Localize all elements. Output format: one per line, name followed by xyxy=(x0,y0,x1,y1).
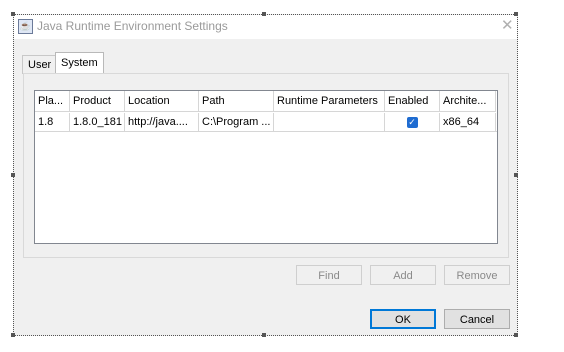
tab-system[interactable]: System xyxy=(55,52,104,75)
resize-handle[interactable] xyxy=(11,12,15,16)
jre-table: Pla... Product Location Path Runtime Par… xyxy=(34,90,498,244)
close-icon[interactable]: ✕ xyxy=(501,16,514,34)
resize-handle[interactable] xyxy=(11,333,15,337)
window-title: Java Runtime Environment Settings xyxy=(37,19,228,33)
table-header: Pla... Product Location Path Runtime Par… xyxy=(35,91,497,113)
find-button[interactable]: Find xyxy=(296,265,362,285)
cell-platform[interactable]: 1.8 xyxy=(35,113,70,131)
cell-location[interactable]: http://java.... xyxy=(125,113,199,131)
cell-product[interactable]: 1.8.0_181 xyxy=(70,113,125,131)
enabled-checkbox[interactable]: ✓ xyxy=(406,116,418,128)
resize-handle[interactable] xyxy=(514,173,518,177)
tab-user[interactable]: User xyxy=(22,55,58,74)
resize-handle[interactable] xyxy=(514,12,518,16)
java-icon: ☕ xyxy=(18,19,33,34)
remove-button[interactable]: Remove xyxy=(444,265,510,285)
resize-handle[interactable] xyxy=(262,333,266,337)
column-header-enabled[interactable]: Enabled xyxy=(385,91,440,112)
resize-handle[interactable] xyxy=(514,333,518,337)
cell-path[interactable]: C:\Program ... xyxy=(199,113,274,131)
column-header-platform[interactable]: Pla... xyxy=(35,91,70,112)
resize-handle[interactable] xyxy=(11,173,15,177)
table-row[interactable]: 1.8 1.8.0_181 http://java.... C:\Program… xyxy=(35,113,497,132)
cell-architecture[interactable]: x86_64 xyxy=(440,113,496,131)
resize-handle[interactable] xyxy=(262,12,266,16)
column-header-path[interactable]: Path xyxy=(199,91,274,112)
add-button[interactable]: Add xyxy=(370,265,436,285)
title-bar: ☕ Java Runtime Environment Settings ✕ xyxy=(14,15,517,39)
column-header-location[interactable]: Location xyxy=(125,91,199,112)
cancel-button[interactable]: Cancel xyxy=(444,309,510,329)
column-header-architecture[interactable]: Archite... xyxy=(440,91,496,112)
jre-settings-window: ☕ Java Runtime Environment Settings ✕ Us… xyxy=(13,14,518,336)
cell-enabled: ✓ xyxy=(385,113,440,131)
ok-button[interactable]: OK xyxy=(370,309,436,329)
cell-runtime-parameters[interactable] xyxy=(274,113,385,131)
column-header-runtime-parameters[interactable]: Runtime Parameters xyxy=(274,91,385,112)
column-header-product[interactable]: Product xyxy=(70,91,125,112)
